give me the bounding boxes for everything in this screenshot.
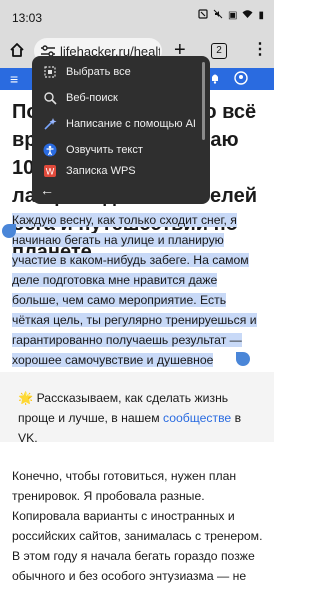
selection-end-handle[interactable]: [236, 352, 250, 366]
selection-start-handle[interactable]: [2, 224, 16, 238]
menu-item-label: Записка WPS: [66, 165, 136, 177]
user-avatar-icon[interactable]: [234, 71, 248, 88]
selected-text[interactable]: Каждую весну, как только сходит снег, я …: [12, 213, 257, 387]
vk-promo-text: 🌟 Рассказываем, как сделать жизнь проще …: [18, 388, 258, 448]
star-emoji-icon: 🌟: [18, 391, 34, 405]
wifi-icon: [242, 9, 253, 22]
status-time: 13:03: [12, 11, 43, 25]
home-icon[interactable]: [8, 41, 26, 59]
svg-text:W: W: [46, 167, 55, 177]
mute-icon: [213, 9, 223, 22]
status-icons: ▣ ▮: [198, 9, 264, 22]
sim-icon: ▣: [228, 10, 238, 21]
menu-item-read-aloud[interactable]: Озвучить текст: [32, 138, 210, 162]
article-paragraph: В этом году я начала бегать гораздо позж…: [12, 549, 255, 583]
menu-item-wps-note[interactable]: W Записка WPS: [32, 164, 210, 178]
more-menu-button[interactable]: ⋮: [252, 42, 268, 58]
status-bar: 13:03 ▣ ▮: [0, 0, 274, 34]
vk-promo-block: 🌟 Рассказываем, как сделать жизнь проще …: [0, 372, 274, 445]
bell-icon[interactable]: [210, 72, 220, 87]
tab-switcher-button[interactable]: 2: [211, 43, 227, 59]
menu-item-select-all[interactable]: Выбрать все: [32, 60, 210, 84]
back-arrow-icon[interactable]: ←: [40, 182, 54, 198]
nfc-icon: [198, 9, 208, 22]
article-paragraph: Конечно, чтобы готовиться, нужен план тр…: [12, 469, 263, 543]
select-all-icon: [42, 64, 58, 80]
search-icon: [42, 90, 58, 106]
accessibility-icon: [42, 142, 58, 158]
vk-community-link[interactable]: сообществе: [163, 411, 231, 425]
menu-item-label: Веб-поиск: [66, 92, 118, 104]
battery-icon: ▮: [258, 10, 264, 21]
ai-sparkle-icon: [42, 116, 58, 132]
menu-item-label: Озвучить текст: [66, 144, 143, 156]
menu-scrollbar[interactable]: [202, 62, 205, 140]
selected-paragraph[interactable]: Каждую весну, как только сходит снег, я …: [12, 210, 264, 390]
text-selection-menu: Выбрать все Веб-поиск Написание с помощь…: [32, 56, 210, 204]
wps-icon: W: [42, 164, 58, 178]
hamburger-menu-icon[interactable]: ≡: [10, 72, 18, 86]
menu-item-label: Выбрать все: [66, 66, 131, 78]
menu-item-label: Написание с помощью AI: [66, 118, 196, 130]
menu-item-web-search[interactable]: Веб-поиск: [32, 86, 210, 110]
menu-item-ai-writing[interactable]: Написание с помощью AI: [32, 112, 210, 136]
